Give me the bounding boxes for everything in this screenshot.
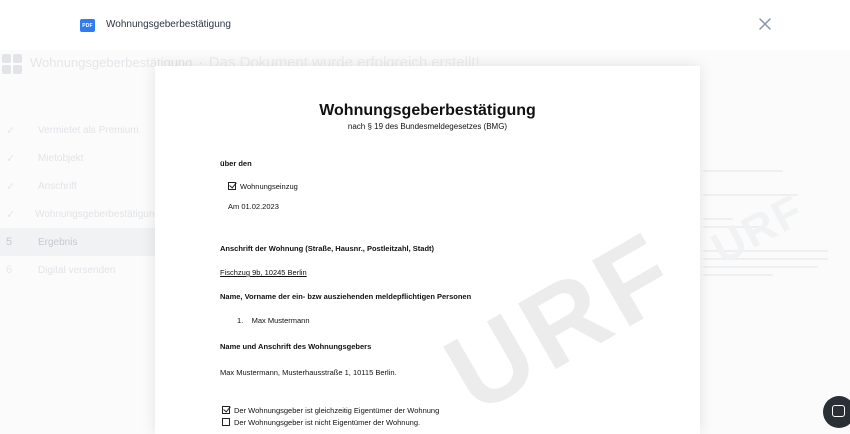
owner-option: Der Wohnungsgeber ist nicht Eigentümer d… <box>222 418 420 427</box>
move-type-checkbox-icon <box>228 182 236 190</box>
document-title: Wohnungsgeberbestätigung <box>319 102 536 119</box>
wizard-steps: ✓ Vermietet als Premium ✓ Mietobjekt ✓ A… <box>0 116 160 284</box>
step-label: Wohnungsgeberbestätigung <box>35 208 160 220</box>
chat-button[interactable] <box>823 396 850 428</box>
ueber-den-label: über den <box>220 159 252 168</box>
wizard-step-active[interactable]: 5 Ergebnis <box>0 228 160 256</box>
owner-checkbox-checked-icon <box>222 406 230 414</box>
wizard-step[interactable]: 6 Digital versenden <box>0 256 160 284</box>
step-number: 6 <box>6 264 13 276</box>
step-label: Mietobjekt <box>38 152 84 164</box>
date-line: Am 01.02.2023 <box>228 202 279 211</box>
owner-option: Der Wohnungsgeber ist gleichzeitig Eigen… <box>222 406 439 415</box>
step-check-icon: ✓ <box>6 124 16 137</box>
move-type-label: Wohnungseinzug <box>240 182 298 191</box>
landlord-label: Name und Anschrift des Wohnungsgebers <box>220 342 372 351</box>
step-label: Vermietet als Premium <box>38 124 139 136</box>
address-value: Fischzug 9b, 10245 Berlin <box>220 268 307 277</box>
modal-title-bar: PDF Wohnungsgeberbestätigung <box>0 0 850 50</box>
address-label: Anschrift der Wohnung (Straße, Hausnr., … <box>220 244 435 253</box>
file-title: Wohnungsgeberbestätigung <box>106 19 231 30</box>
step-label: Anschrift <box>38 180 77 192</box>
wizard-step[interactable]: ✓ Anschrift <box>0 172 160 200</box>
landlord-value: Max Mustermann, Musterhausstraße 1, 1011… <box>220 368 397 377</box>
owner-option-label: Der Wohnungsgeber ist nicht Eigentümer d… <box>234 418 421 427</box>
step-check-icon: ✓ <box>6 152 16 165</box>
wizard-step[interactable]: ✓ Wohnungsgeberbestätigung <box>0 200 160 228</box>
move-type-row: Wohnungseinzug <box>228 182 298 191</box>
wizard-step[interactable]: ✓ Vermietet als Premium <box>0 116 160 144</box>
step-check-icon: ✓ <box>6 208 16 221</box>
step-check-icon: ✓ <box>6 180 16 193</box>
owner-checkbox-unchecked-icon <box>222 418 230 426</box>
wizard-step[interactable]: ✓ Mietobjekt <box>0 144 160 172</box>
close-icon <box>759 18 771 30</box>
pdf-file-icon: PDF <box>80 19 95 32</box>
document-subtitle: nach § 19 des Bundesmeldegesetzes (BMG) <box>347 122 508 131</box>
owner-option-label: Der Wohnungsgeber ist gleichzeitig Eigen… <box>234 406 440 415</box>
close-button[interactable] <box>757 16 773 32</box>
step-label: Ergebnis <box>38 236 78 248</box>
app-logo-icon <box>2 54 22 74</box>
step-number: 5 <box>6 236 13 248</box>
persons-label: Name, Vorname der ein- bzw ausziehenden … <box>220 292 472 301</box>
person-item: 1. Max Mustermann <box>237 316 310 325</box>
document-page: URF Wohnungsgeberbestätigung nach § 19 d… <box>155 66 700 434</box>
chat-bubble-icon <box>832 405 845 417</box>
step-label: Digital versenden <box>38 264 116 276</box>
